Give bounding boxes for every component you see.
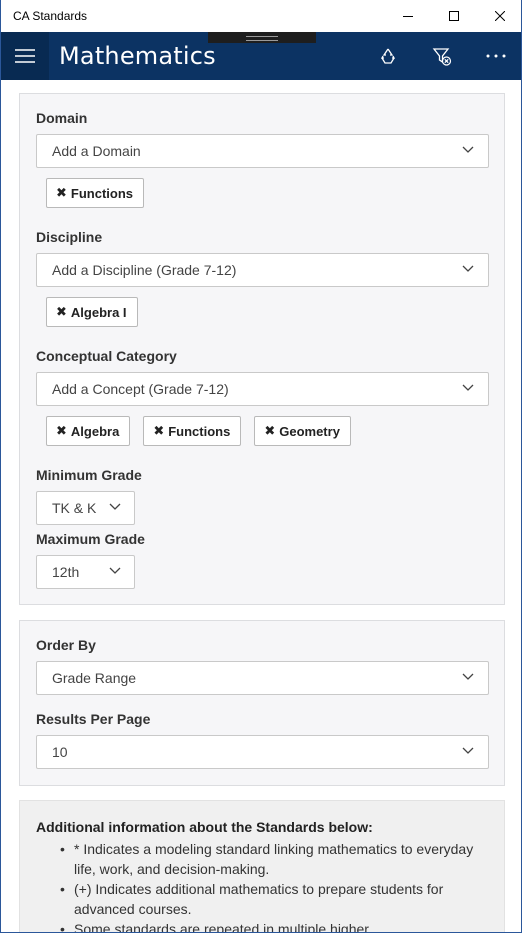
reset-button[interactable]	[361, 32, 415, 80]
discipline-chips: ✖ Algebra I	[46, 297, 138, 327]
filter-panel: Domain Add a Domain ✖ Functions Disciplin…	[19, 93, 505, 605]
remove-icon: ✖	[56, 423, 67, 438]
drag-handle[interactable]	[208, 32, 316, 43]
concept-label: Conceptual Category	[36, 348, 177, 364]
close-button[interactable]	[477, 0, 521, 32]
chevron-down-icon	[462, 146, 474, 153]
chevron-down-icon	[462, 265, 474, 272]
more-icon	[486, 54, 506, 58]
window-title: CA Standards	[13, 9, 88, 23]
info-panel: Additional information about the Standar…	[19, 800, 505, 932]
chip-label: Algebra I	[70, 304, 127, 320]
info-item: * Indicates a modeling standard linking …	[60, 839, 480, 879]
clear-filter-icon	[432, 48, 452, 66]
maximize-icon	[449, 11, 459, 21]
discipline-placeholder: Add a Discipline (Grade 7-12)	[52, 262, 237, 278]
chevron-down-icon	[109, 567, 121, 574]
chip-label: Functions	[70, 185, 134, 201]
max-grade-select[interactable]: 12th	[36, 555, 135, 589]
order-by-label: Order By	[36, 637, 96, 653]
domain-chip[interactable]: ✖ Functions	[46, 178, 145, 208]
chevron-down-icon	[462, 673, 474, 680]
more-button[interactable]	[469, 32, 521, 80]
remove-icon: ✖	[56, 185, 67, 200]
chip-label: Geometry	[279, 423, 340, 439]
max-grade-label: Maximum Grade	[36, 531, 145, 547]
domain-label: Domain	[36, 110, 88, 126]
info-title: Additional information about the Standar…	[36, 819, 373, 835]
minimize-button[interactable]	[385, 0, 431, 32]
discipline-select[interactable]: Add a Discipline (Grade 7-12)	[36, 253, 489, 287]
domain-select[interactable]: Add a Domain	[36, 134, 489, 168]
order-by-value: Grade Range	[52, 670, 137, 686]
min-grade-label: Minimum Grade	[36, 467, 142, 483]
remove-icon: ✖	[56, 304, 67, 319]
domain-chips: ✖ Functions	[46, 178, 145, 208]
discipline-chip[interactable]: ✖ Algebra I	[46, 297, 138, 327]
app-bar: Mathematics	[1, 32, 521, 80]
minimize-icon	[403, 16, 413, 17]
concept-chips: ✖ Algebra ✖ Functions ✖ Geometry	[46, 416, 351, 446]
clear-filter-button[interactable]	[415, 32, 469, 80]
recycle-icon	[380, 48, 396, 64]
content-area: Domain Add a Domain ✖ Functions Disciplin…	[1, 80, 521, 932]
concept-chip[interactable]: ✖ Geometry	[254, 416, 351, 446]
results-per-page-value: 10	[52, 744, 68, 760]
chip-label: Functions	[168, 423, 231, 439]
concept-chip[interactable]: ✖ Functions	[143, 416, 242, 446]
chevron-down-icon	[462, 747, 474, 754]
concept-select[interactable]: Add a Concept (Grade 7-12)	[36, 372, 489, 406]
info-item: Some standards are repeated in multiple …	[60, 919, 480, 932]
info-list: * Indicates a modeling standard linking …	[60, 839, 480, 932]
chevron-down-icon	[109, 503, 121, 510]
remove-icon: ✖	[264, 423, 276, 438]
concept-chip[interactable]: ✖ Algebra	[46, 416, 131, 446]
min-grade-select[interactable]: TK & K	[36, 491, 135, 525]
title-bar: CA Standards	[1, 0, 521, 32]
results-per-page-select[interactable]: 10	[36, 735, 489, 769]
domain-placeholder: Add a Domain	[52, 143, 141, 159]
results-per-page-label: Results Per Page	[36, 711, 151, 727]
min-grade-value: TK & K	[52, 500, 97, 516]
sorting-panel: Order By Grade Range Results Per Page 10	[19, 620, 505, 786]
remove-icon: ✖	[153, 423, 165, 438]
close-icon	[495, 11, 505, 21]
discipline-label: Discipline	[36, 229, 103, 245]
menu-button[interactable]	[1, 32, 49, 80]
concept-placeholder: Add a Concept (Grade 7-12)	[52, 381, 229, 397]
hamburger-icon	[15, 49, 35, 63]
page-title: Mathematics	[59, 42, 216, 70]
chip-label: Algebra	[70, 423, 120, 439]
chevron-down-icon	[462, 384, 474, 391]
app-window: CA Standards Mathematics Domain Add a Do…	[0, 0, 522, 933]
order-by-select[interactable]: Grade Range	[36, 661, 489, 695]
max-grade-value: 12th	[52, 564, 80, 580]
maximize-button[interactable]	[431, 0, 477, 32]
info-item: (+) Indicates additional mathematics to …	[60, 879, 480, 919]
